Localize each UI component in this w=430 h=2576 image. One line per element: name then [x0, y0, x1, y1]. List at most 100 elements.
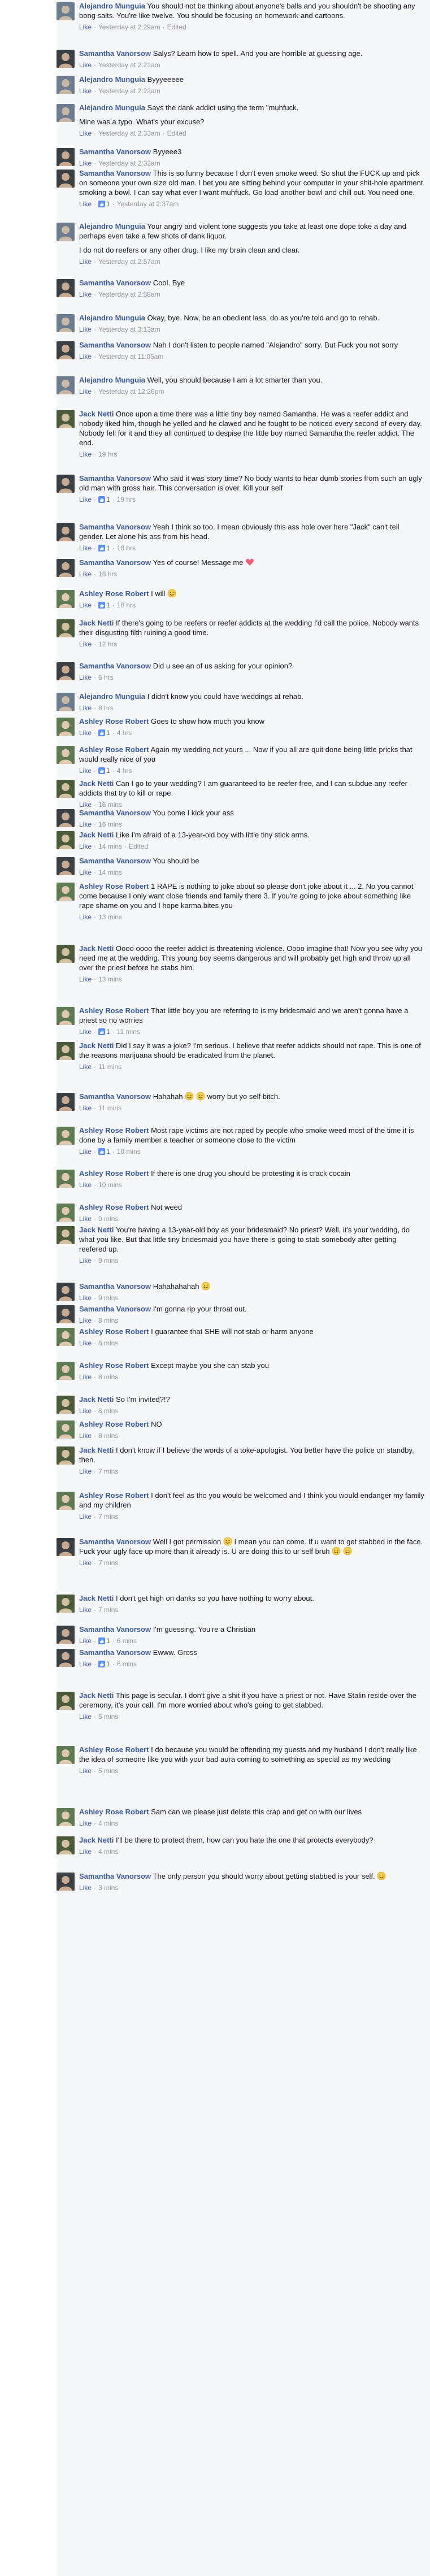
comment-timestamp[interactable]: 8 hrs	[98, 704, 114, 712]
comment-timestamp[interactable]: 6 mins	[117, 1637, 137, 1645]
comment-timestamp[interactable]: 5 mins	[98, 1767, 118, 1775]
comment-timestamp[interactable]: 4 mins	[98, 1819, 118, 1827]
comment-timestamp[interactable]: 18 hrs	[117, 601, 136, 609]
avatar[interactable]	[57, 1396, 75, 1414]
comment-timestamp[interactable]: 6 hrs	[98, 674, 114, 681]
comment-timestamp[interactable]: Yesterday at 2:29am	[98, 23, 160, 31]
like-count[interactable]: 1	[98, 1660, 110, 1668]
comment-author-link[interactable]: Samantha Vanorsow	[79, 1648, 151, 1657]
like-button[interactable]: Like	[79, 1215, 92, 1223]
like-button[interactable]: Like	[79, 1637, 92, 1645]
avatar[interactable]	[57, 559, 75, 577]
avatar[interactable]	[57, 746, 75, 764]
comment-author-link[interactable]: Ashley Rose Robert	[79, 717, 149, 726]
comment-author-link[interactable]: Ashley Rose Robert	[79, 1203, 149, 1211]
comment-author-link[interactable]: Ashley Rose Robert	[79, 882, 149, 890]
avatar[interactable]	[57, 1226, 75, 1244]
like-count[interactable]: 1	[98, 729, 110, 737]
avatar[interactable]	[57, 76, 75, 94]
comment-timestamp[interactable]: Yesterday at 2:33am	[98, 129, 160, 137]
comment-author-link[interactable]: Samantha Vanorsow	[79, 49, 151, 58]
avatar[interactable]	[57, 1538, 75, 1556]
comment-timestamp[interactable]: 8 mins	[98, 1407, 118, 1415]
comment-author-link[interactable]: Jack Netti	[79, 1691, 114, 1700]
avatar[interactable]	[57, 1305, 75, 1323]
like-button[interactable]: Like	[79, 640, 92, 648]
comment-author-link[interactable]: Jack Netti	[79, 1836, 114, 1844]
comment-author-link[interactable]: Alejandro Munguia	[79, 75, 145, 84]
like-button[interactable]: Like	[79, 1713, 92, 1721]
avatar[interactable]	[57, 279, 75, 297]
comment-author-link[interactable]: Samantha Vanorsow	[79, 1092, 151, 1101]
avatar[interactable]	[57, 1836, 75, 1854]
like-button[interactable]: Like	[79, 544, 92, 552]
comment-timestamp[interactable]: 16 mins	[98, 820, 122, 828]
comment-author-link[interactable]: Samantha Vanorsow	[79, 169, 151, 177]
avatar[interactable]	[57, 619, 75, 637]
comment-author-link[interactable]: Alejandro Munguia	[79, 376, 145, 384]
like-button[interactable]: Like	[79, 1104, 92, 1112]
comment-timestamp[interactable]: 8 mins	[98, 1317, 118, 1324]
like-button[interactable]: Like	[79, 1884, 92, 1892]
comment-timestamp[interactable]: 14 mins	[98, 842, 122, 850]
avatar[interactable]	[57, 718, 75, 736]
comment-author-link[interactable]: Jack Netti	[79, 1226, 114, 1234]
comment-timestamp[interactable]: 7 mins	[98, 1559, 118, 1567]
like-button[interactable]: Like	[79, 570, 92, 578]
avatar[interactable]	[57, 809, 75, 827]
like-count[interactable]: 1	[98, 544, 110, 552]
edited-label[interactable]: Edited	[129, 842, 148, 850]
comment-timestamp[interactable]: Yesterday at 3:13am	[98, 325, 160, 333]
like-button[interactable]: Like	[79, 87, 92, 95]
comment-timestamp[interactable]: 10 mins	[117, 1148, 141, 1155]
comment-author-link[interactable]: Samantha Vanorsow	[79, 1872, 151, 1880]
comment-timestamp[interactable]: 5 mins	[98, 1713, 118, 1721]
like-button[interactable]: Like	[79, 1513, 92, 1521]
avatar[interactable]	[57, 1649, 75, 1667]
like-count[interactable]: 1	[98, 1637, 110, 1645]
avatar[interactable]	[57, 148, 75, 166]
comment-timestamp[interactable]: 4 hrs	[117, 729, 132, 737]
comment-author-link[interactable]: Ashley Rose Robert	[79, 1745, 149, 1754]
like-button[interactable]: Like	[79, 23, 92, 31]
avatar[interactable]	[57, 780, 75, 798]
comment-author-link[interactable]: Jack Netti	[79, 1395, 114, 1404]
avatar[interactable]	[57, 376, 75, 394]
like-count[interactable]: 1	[98, 200, 110, 208]
like-button[interactable]: Like	[79, 258, 92, 266]
comment-author-link[interactable]: Alejandro Munguia	[79, 222, 145, 231]
like-button[interactable]: Like	[79, 1257, 92, 1265]
comment-author-link[interactable]: Jack Netti	[79, 944, 114, 953]
avatar[interactable]	[57, 1595, 75, 1613]
like-button[interactable]: Like	[79, 1148, 92, 1155]
comment-author-link[interactable]: Jack Netti	[79, 1041, 114, 1050]
avatar[interactable]	[57, 883, 75, 901]
comment-author-link[interactable]: Jack Netti	[79, 1446, 114, 1454]
avatar[interactable]	[57, 945, 75, 963]
comment-author-link[interactable]: Samantha Vanorsow	[79, 1537, 151, 1546]
like-button[interactable]: Like	[79, 704, 92, 712]
avatar[interactable]	[57, 1007, 75, 1025]
like-button[interactable]: Like	[79, 200, 92, 208]
comment-timestamp[interactable]: 14 mins	[98, 868, 122, 876]
comment-author-link[interactable]: Samantha Vanorsow	[79, 341, 151, 349]
avatar[interactable]	[57, 1692, 75, 1710]
comment-timestamp[interactable]: 13 mins	[98, 913, 122, 921]
comment-timestamp[interactable]: 13 mins	[98, 975, 122, 983]
avatar[interactable]	[57, 2, 75, 20]
comment-timestamp[interactable]: 10 mins	[98, 1181, 122, 1189]
avatar[interactable]	[57, 1746, 75, 1764]
avatar[interactable]	[57, 1283, 75, 1301]
comment-author-link[interactable]: Jack Netti	[79, 779, 114, 788]
like-button[interactable]: Like	[79, 913, 92, 921]
comment-author-link[interactable]: Ashley Rose Robert	[79, 1361, 149, 1370]
comment-timestamp[interactable]: Yesterday at 2:32am	[98, 159, 160, 167]
like-button[interactable]: Like	[79, 290, 92, 298]
comment-timestamp[interactable]: 7 mins	[98, 1513, 118, 1521]
avatar[interactable]	[57, 693, 75, 711]
avatar[interactable]	[57, 590, 75, 608]
comment-author-link[interactable]: Ashley Rose Robert	[79, 1491, 149, 1500]
comment-timestamp[interactable]: Yesterday at 2:58am	[98, 290, 160, 298]
comment-timestamp[interactable]: Yesterday at 2:57am	[98, 258, 160, 266]
comment-timestamp[interactable]: 11 mins	[98, 1104, 121, 1112]
